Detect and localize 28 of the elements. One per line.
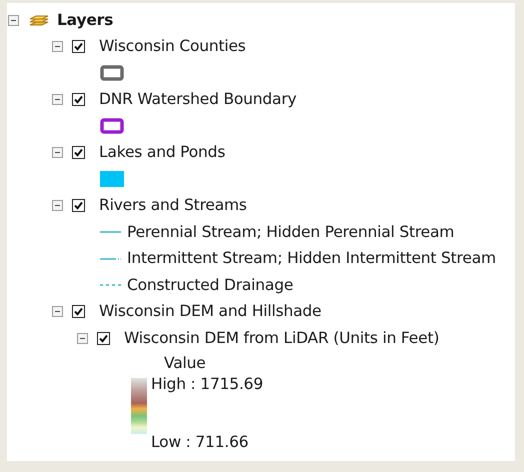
collapse-icon[interactable] (52, 306, 63, 318)
layer-name: DNR Watershed Boundary (99, 89, 296, 110)
checkbox[interactable] (72, 93, 85, 106)
layer-name: Wisconsin DEM and Hillshade (99, 301, 322, 322)
checkbox[interactable] (97, 332, 110, 345)
checkbox[interactable] (72, 199, 85, 212)
layers-title: Layers (57, 10, 114, 31)
checkbox[interactable] (72, 40, 85, 54)
collapse-icon[interactable] (8, 14, 19, 26)
collapse-icon[interactable] (52, 200, 63, 212)
collapse-icon[interactable] (52, 41, 63, 52)
legend-label: Perennial Stream; Hidden Perennial Stream (127, 222, 454, 243)
legend-heading: Value (164, 352, 207, 374)
checkbox[interactable] (72, 305, 85, 318)
legend-label: Low : 711.66 (151, 432, 250, 452)
collapse-icon[interactable] (77, 332, 88, 344)
layer-name: Wisconsin DEM from LiDAR (Units in Feet) (124, 328, 440, 349)
layers-icon (29, 14, 49, 27)
legend-label: Constructed Drainage (127, 274, 294, 296)
checkbox[interactable] (72, 146, 85, 160)
layer-name: Rivers and Streams (99, 195, 247, 216)
layer-name: Lakes and Ponds (99, 142, 226, 164)
legend-label: Intermittent Stream; Hidden Intermittent Stream (127, 248, 496, 270)
layer-name: Wisconsin Counties (99, 36, 246, 58)
color-ramp (131, 378, 147, 434)
collapse-icon[interactable] (52, 147, 63, 158)
collapse-icon[interactable] (52, 94, 63, 106)
legend-label: High : 1715.69 (151, 374, 263, 394)
